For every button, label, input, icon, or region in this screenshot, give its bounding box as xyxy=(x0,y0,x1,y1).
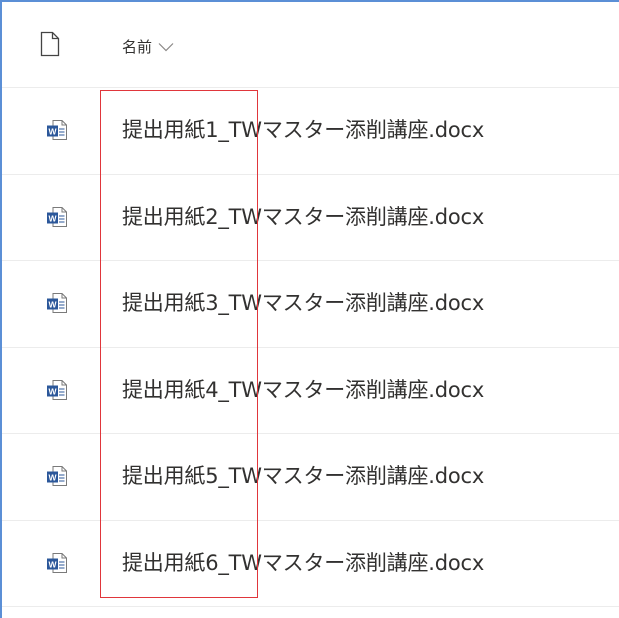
svg-text:W: W xyxy=(48,472,57,482)
file-row[interactable]: W 提出用紙5_TWマスター添削講座.docx xyxy=(2,434,619,521)
file-row[interactable]: W 提出用紙6_TWマスター添削講座.docx xyxy=(2,521,619,607)
file-list: 名前 W 提出用紙1_TWマスター添削講座.docx W 提出用紙2_TWマスタ… xyxy=(2,2,619,607)
file-name[interactable]: 提出用紙3_TWマスター添削講座.docx xyxy=(122,289,484,317)
svg-text:W: W xyxy=(48,213,57,223)
column-header-row: 名前 xyxy=(2,2,619,88)
name-column-label: 名前 xyxy=(122,38,153,56)
file-name[interactable]: 提出用紙6_TWマスター添削講座.docx xyxy=(122,549,484,577)
file-row[interactable]: W 提出用紙4_TWマスター添削講座.docx xyxy=(2,348,619,434)
word-doc-icon: W xyxy=(47,293,67,313)
svg-text:W: W xyxy=(48,386,57,396)
word-doc-icon: W xyxy=(47,552,67,573)
file-list-frame: 名前 W 提出用紙1_TWマスター添削講座.docx W 提出用紙2_TWマスタ… xyxy=(0,0,619,618)
chevron-down-icon[interactable] xyxy=(158,42,174,52)
svg-text:W: W xyxy=(48,559,57,569)
word-doc-icon: W xyxy=(47,379,67,400)
svg-text:W: W xyxy=(48,126,57,136)
file-name[interactable]: 提出用紙4_TWマスター添削講座.docx xyxy=(122,376,484,404)
file-name[interactable]: 提出用紙2_TWマスター添削講座.docx xyxy=(122,203,484,231)
word-doc-icon: W xyxy=(47,120,67,140)
file-row[interactable]: W 提出用紙2_TWマスター添削講座.docx xyxy=(2,175,619,261)
file-row[interactable]: W 提出用紙1_TWマスター添削講座.docx xyxy=(2,88,619,175)
svg-text:W: W xyxy=(48,299,57,309)
document-outline-icon[interactable] xyxy=(40,31,60,57)
word-doc-icon: W xyxy=(47,206,67,227)
word-doc-icon: W xyxy=(47,466,67,486)
file-name[interactable]: 提出用紙5_TWマスター添削講座.docx xyxy=(122,462,484,490)
name-column-header[interactable]: 名前 xyxy=(122,38,174,56)
file-name[interactable]: 提出用紙1_TWマスター添削講座.docx xyxy=(122,116,484,144)
file-row[interactable]: W 提出用紙3_TWマスター添削講座.docx xyxy=(2,261,619,348)
